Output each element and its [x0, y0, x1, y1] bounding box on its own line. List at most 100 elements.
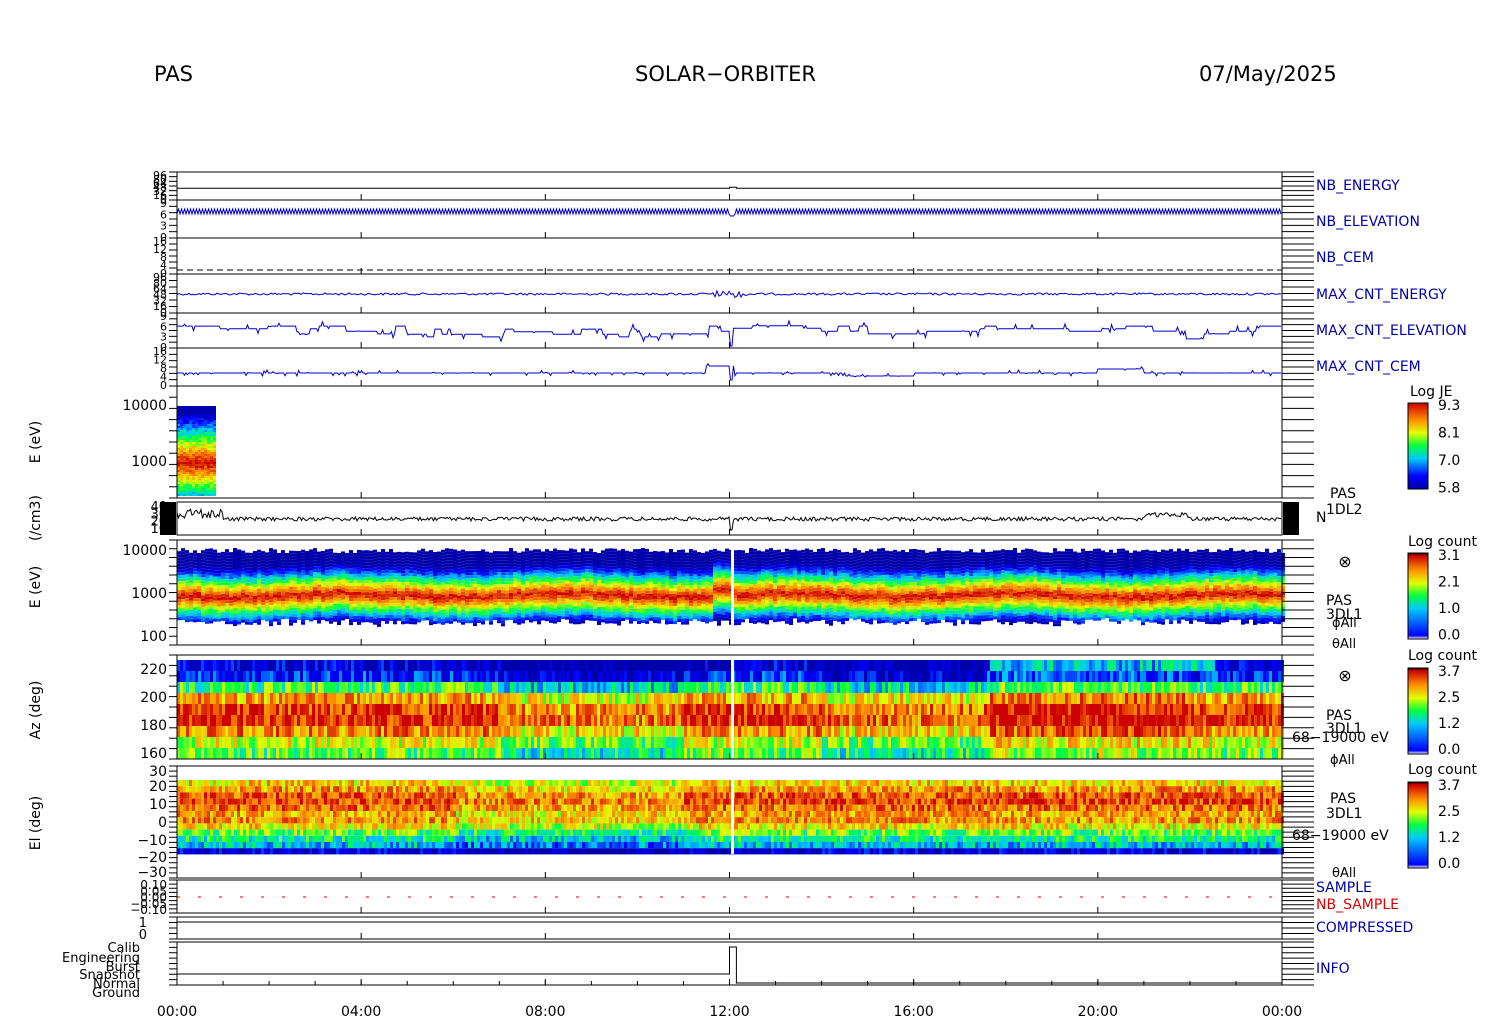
spectrogram-cell	[186, 462, 189, 464]
spectrogram-cell	[207, 480, 210, 482]
spectrogram-cell	[180, 450, 183, 452]
spectrogram-cell	[445, 602, 449, 606]
spectrogram-cell	[209, 551, 213, 555]
spectrogram-cell	[581, 611, 585, 615]
spectrogram-cell	[625, 565, 629, 569]
spectrogram-cell	[333, 609, 337, 613]
spectrogram-cell	[297, 551, 301, 555]
spectrogram-cell	[657, 581, 661, 585]
spectrogram-cell	[705, 605, 709, 609]
spectrogram-cell	[325, 573, 329, 577]
spectrogram-cell	[677, 591, 681, 595]
spectrogram-cell	[397, 557, 401, 561]
spectrogram-cell	[749, 602, 753, 606]
spectrogram-cell	[749, 569, 753, 573]
spectrogram-cell	[901, 573, 905, 577]
spectrogram-cell	[685, 567, 689, 571]
spectrogram-cell	[485, 560, 489, 564]
spectrogram-cell	[205, 569, 209, 573]
spectrogram-cell	[369, 610, 373, 614]
spectrogram-cell	[201, 414, 204, 416]
spectrogram-cell	[901, 570, 905, 574]
spectrogram-cell	[565, 589, 569, 593]
spectrogram-cell	[201, 610, 205, 614]
spectrogram-cell	[785, 614, 789, 618]
spectrogram-cell	[377, 608, 381, 612]
spectrogram-cell	[453, 609, 457, 613]
spectrogram-cell	[889, 563, 893, 567]
spectrogram-cell	[229, 558, 233, 562]
spectrogram-cell	[741, 619, 745, 623]
spectrogram-cell	[195, 490, 198, 492]
spectrogram-cell	[645, 590, 649, 594]
spectrogram-cell	[305, 587, 309, 591]
spectrogram-cell	[217, 552, 221, 556]
spectrogram-cell	[401, 612, 405, 616]
spectrogram-cell	[285, 561, 289, 565]
spectrogram-cell	[509, 602, 513, 606]
spectrogram-cell	[673, 582, 677, 586]
spectrogram-cell	[605, 566, 609, 570]
spectrogram-cell	[869, 570, 873, 574]
spectrogram-cell	[389, 564, 393, 568]
spectrogram-cell	[821, 566, 825, 570]
spectrogram-cell	[365, 595, 369, 599]
spectrogram-cell	[201, 556, 205, 560]
spectrogram-cell	[797, 574, 801, 578]
spectrogram-cell	[477, 602, 481, 606]
spectrogram-cell	[713, 572, 717, 576]
spectrogram-cell	[801, 576, 805, 580]
spectrogram-cell	[753, 572, 757, 576]
spectrogram-cell	[517, 552, 521, 556]
spectrogram-cell	[541, 551, 545, 555]
spectrogram-cell	[701, 567, 705, 571]
spectrogram-cell	[273, 561, 277, 565]
spectrogram-cell	[181, 569, 185, 573]
spectrogram-cell	[201, 616, 205, 620]
spectrogram-cell	[233, 611, 237, 615]
spectrogram-cell	[197, 609, 201, 613]
spectrogram-cell	[801, 603, 805, 607]
spectrogram-cell	[581, 572, 585, 576]
spectrogram-cell	[661, 563, 665, 567]
spectrogram-cell	[481, 594, 485, 598]
spectrogram-cell	[785, 581, 789, 585]
spectrogram-cell	[629, 602, 633, 606]
spectrogram-cell	[657, 590, 661, 594]
spectrogram-cell	[817, 563, 821, 567]
spectrogram-cell	[257, 618, 261, 622]
spectrogram-cell	[713, 578, 717, 582]
spectrogram-cell	[873, 599, 877, 603]
spectrogram-cell	[409, 621, 413, 625]
spectrogram-cell	[305, 560, 309, 564]
spectrogram-cell	[465, 599, 469, 603]
spectrogram-cell	[825, 587, 829, 591]
spectrogram-cell	[321, 565, 325, 569]
spectrogram-cell	[621, 575, 625, 579]
spectrogram-cell	[345, 597, 349, 601]
spectrogram-cell	[213, 612, 217, 616]
spectrogram-cell	[761, 620, 765, 624]
spectrogram-cell	[541, 608, 545, 612]
spectrogram-cell	[273, 594, 277, 598]
spectrogram-cell	[393, 615, 397, 619]
spectrogram-cell	[833, 611, 837, 615]
spectrogram-cell	[210, 432, 213, 434]
spectrogram-cell	[561, 592, 565, 596]
spectrogram-cell	[845, 587, 849, 591]
spectrogram-cell	[673, 561, 677, 565]
spectrogram-cell	[361, 559, 365, 563]
spectrogram-cell	[477, 593, 481, 597]
spectrogram-cell	[413, 615, 417, 619]
spectrogram-cell	[557, 601, 561, 605]
spectrogram-cell	[481, 612, 485, 616]
spectrogram-cell	[849, 606, 853, 610]
spectrogram-cell	[773, 601, 777, 605]
spectrogram-cell	[513, 608, 517, 612]
spectrogram-cell	[785, 608, 789, 612]
spectrogram-cell	[585, 554, 589, 558]
spectrogram-cell	[661, 605, 665, 609]
spectrogram-cell	[457, 601, 461, 605]
spectrogram-cell	[273, 588, 277, 592]
spectrogram-cell	[233, 575, 237, 579]
